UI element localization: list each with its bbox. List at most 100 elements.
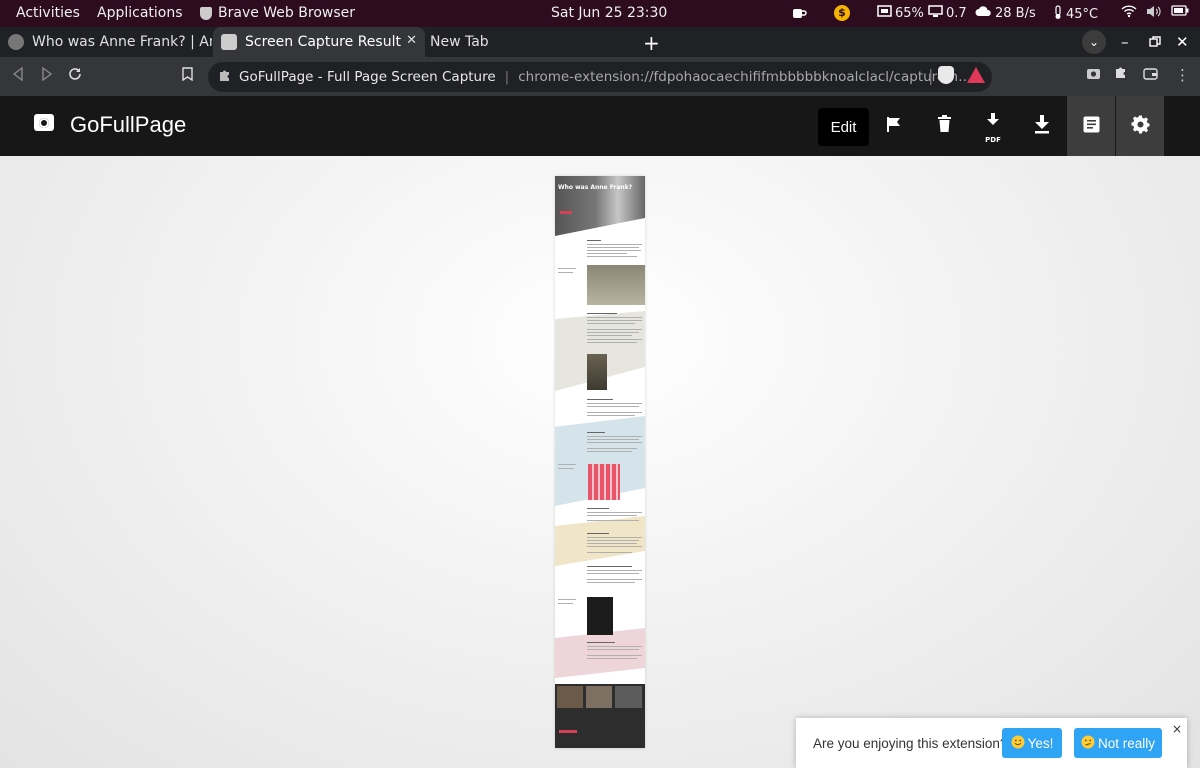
cpu-indicator[interactable]: 65% (877, 5, 924, 22)
close-tab-icon[interactable]: ✕ (406, 33, 417, 48)
omnibox-divider: | (504, 69, 510, 85)
battery-icon[interactable] (1171, 5, 1189, 16)
browser-menu-icon[interactable]: ⋮ (1175, 66, 1190, 84)
preview-text-line (587, 412, 642, 413)
feedback-yes-button[interactable]: Yes! (1002, 728, 1062, 758)
download-icon (1034, 114, 1050, 138)
edit-button[interactable]: Edit (818, 108, 869, 146)
omnibox-url: chrome-extension://fdpohaocaechififmbbbb… (518, 69, 973, 85)
preview-text-line (558, 468, 574, 469)
preview-text-line (587, 508, 609, 509)
brave-shields-icon[interactable] (938, 66, 954, 84)
tab-screen-capture[interactable]: Screen Capture Result ✕ (213, 27, 425, 57)
preview-footer-button (559, 730, 577, 733)
preview-text-line (587, 649, 639, 650)
tab-new-tab[interactable]: New Tab (422, 27, 632, 57)
feedback-no-label: Not really (1097, 735, 1156, 751)
temperature-value: 45°C (1066, 7, 1099, 22)
load-indicator[interactable]: 0.7 (928, 5, 967, 22)
pdf-label: PDF (985, 136, 1001, 144)
download-icon (986, 112, 1000, 131)
preview-text-line (587, 406, 639, 407)
omnibox-divider-right: | (928, 66, 934, 85)
monitor-icon (928, 5, 943, 22)
extension-puzzle-icon (218, 69, 231, 86)
preview-text-line (587, 432, 605, 433)
preview-text-line (587, 317, 642, 318)
feedback-close-icon[interactable]: × (1172, 722, 1182, 736)
anne-frank-favicon (8, 34, 24, 50)
download-pdf-button[interactable]: PDF (969, 96, 1017, 156)
preview-text-line (587, 448, 637, 449)
tab-search-chevron-icon[interactable]: ⌄ (1082, 27, 1106, 57)
preview-footer-card-3 (615, 686, 642, 708)
flag-button[interactable] (870, 96, 918, 156)
wifi-icon[interactable] (1121, 5, 1137, 18)
applications-menu[interactable]: Applications (97, 5, 183, 21)
app-menu[interactable]: Brave Web Browser (200, 5, 355, 21)
tab-strip: Who was Anne Frank? | Anne Screen Captur… (0, 27, 1200, 57)
preview-text-line (558, 599, 576, 600)
restore-icon[interactable] (1149, 27, 1161, 57)
preview-text-line (587, 582, 635, 583)
preview-text-line (587, 546, 642, 547)
back-icon[interactable] (12, 66, 24, 85)
preview-text-line (587, 342, 637, 343)
camera-favicon (221, 34, 237, 50)
preview-band-pink (555, 628, 645, 678)
brave-rewards-icon[interactable] (967, 67, 985, 83)
preview-text-line (587, 451, 632, 452)
preview-text-line (587, 566, 632, 567)
preview-text-line (587, 329, 642, 330)
preview-text-line (587, 335, 632, 336)
preview-text-line (587, 543, 637, 544)
preview-text-line (587, 436, 642, 437)
preview-text-line (587, 256, 637, 257)
minimize-icon[interactable]: – (1121, 27, 1129, 57)
cpu-icon (877, 5, 892, 22)
download-image-button[interactable] (1018, 96, 1066, 156)
preview-text-line (587, 439, 639, 440)
preview-text-line (587, 540, 639, 541)
bookmark-icon[interactable] (182, 66, 193, 85)
forward-icon[interactable] (41, 66, 53, 85)
gofullpage-extension-icon[interactable] (1086, 66, 1101, 84)
feedback-yes-label: Yes! (1027, 735, 1054, 751)
preview-footer-card-2 (586, 686, 612, 708)
reload-icon[interactable] (68, 66, 82, 85)
preview-text-line (587, 537, 642, 538)
network-indicator[interactable]: 28 B/s (975, 5, 1036, 22)
preview-text-line (587, 646, 642, 647)
tab-anne-frank[interactable]: Who was Anne Frank? | Anne (0, 27, 212, 57)
preview-text-line (587, 415, 635, 416)
preview-text-line (587, 573, 639, 574)
wallet-icon[interactable] (1143, 66, 1158, 84)
settings-button[interactable] (1116, 96, 1164, 156)
preview-text-line (587, 520, 639, 521)
preview-text-line (587, 533, 609, 534)
preview-text-line (587, 570, 642, 571)
view-document-button[interactable] (1067, 96, 1115, 156)
close-window-icon[interactable]: ✕ (1176, 27, 1189, 57)
preview-footer-card-1 (557, 686, 583, 708)
temperature-indicator[interactable]: 45°C (1053, 5, 1098, 24)
network-value: 28 B/s (995, 6, 1036, 21)
smile-icon (1011, 735, 1025, 752)
flag-icon (886, 116, 902, 137)
preview-text-line (587, 253, 627, 254)
volume-icon[interactable] (1146, 5, 1162, 18)
activities-button[interactable]: Activities (16, 5, 80, 21)
coffee-icon[interactable] (791, 5, 807, 21)
captured-page-preview[interactable]: Who was Anne Frank? (555, 176, 645, 748)
currency-icon[interactable]: $ (834, 5, 850, 21)
feedback-no-button[interactable]: Not really (1074, 728, 1162, 758)
clock[interactable]: Sat Jun 25 23:30 (551, 5, 667, 21)
preview-text-line (587, 339, 642, 340)
extensions-icon[interactable] (1114, 66, 1128, 84)
feedback-prompt: Are you enjoying this extension? Yes! No… (796, 718, 1187, 768)
gear-icon (1130, 114, 1150, 138)
confused-icon (1081, 735, 1095, 752)
delete-button[interactable] (920, 96, 968, 156)
new-tab-plus-icon[interactable]: + (643, 31, 660, 55)
address-bar[interactable]: GoFullPage - Full Page Screen Capture | … (208, 62, 992, 92)
